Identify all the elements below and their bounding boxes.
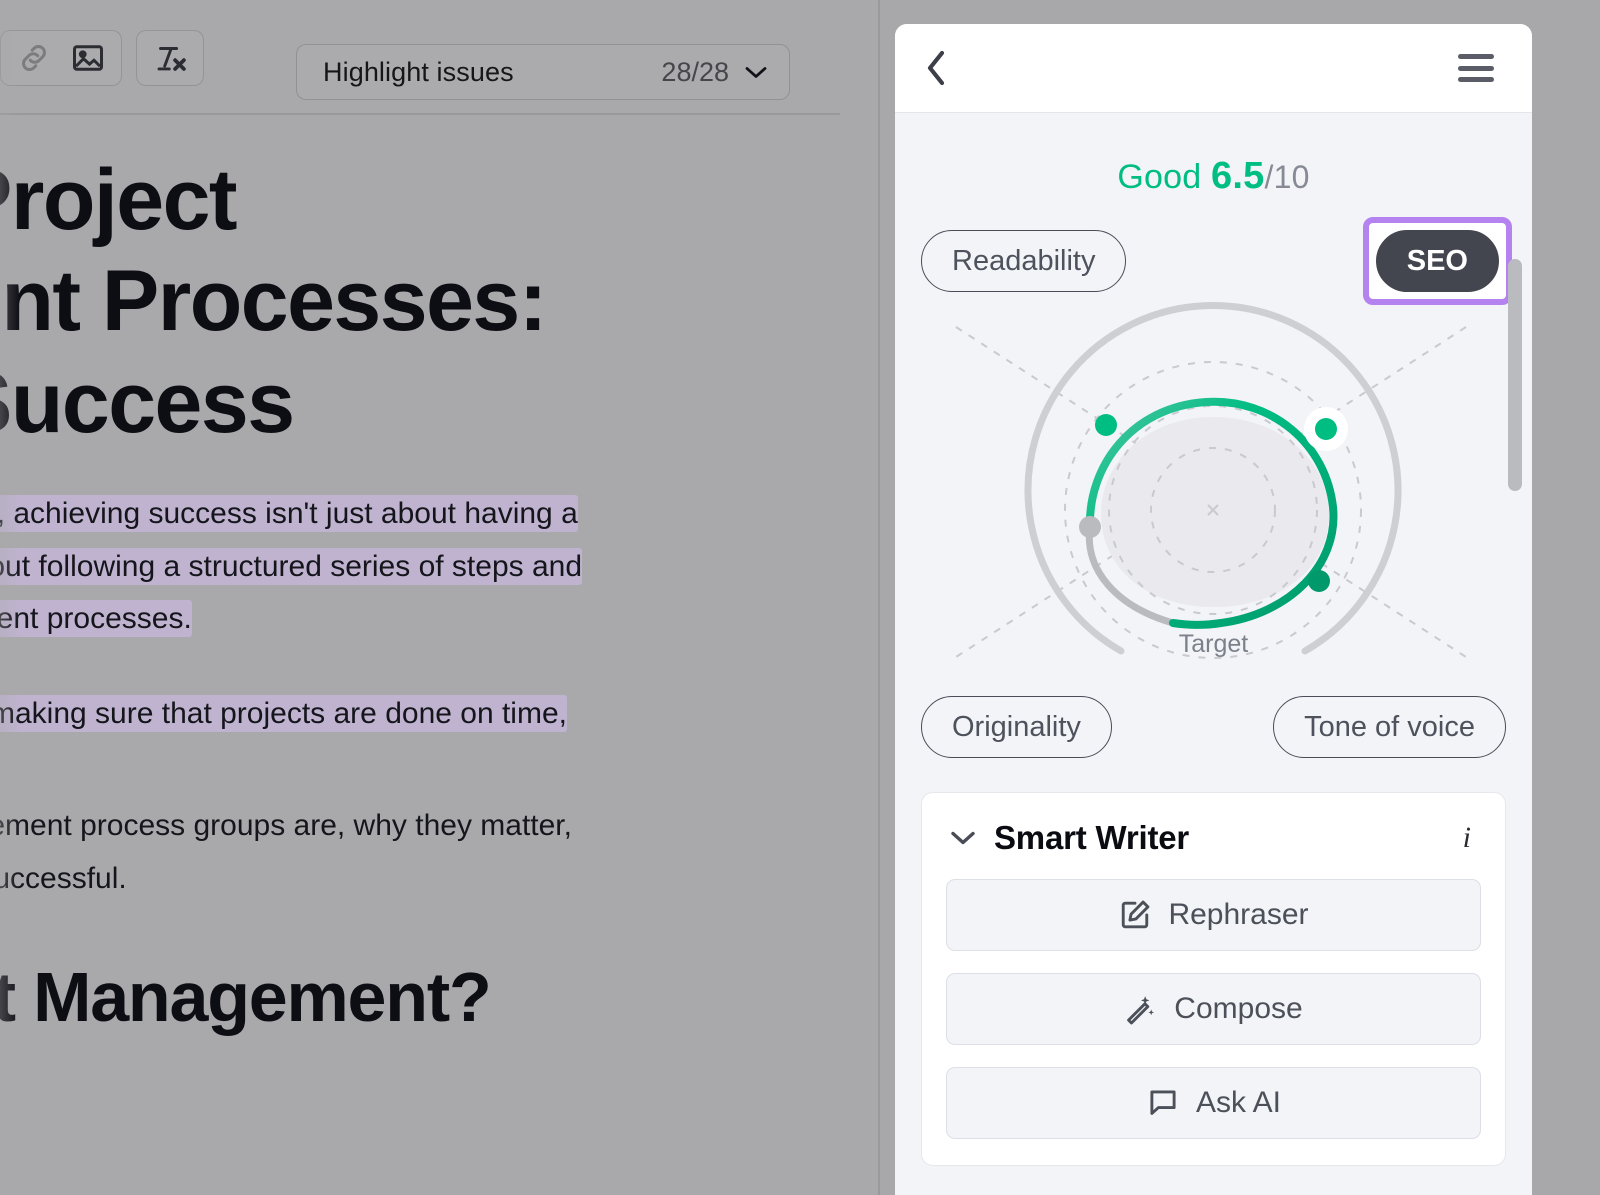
compose-button[interactable]: Compose xyxy=(946,973,1481,1045)
seo-assistant-panel: Good 6.5/10 Readability SEO Target Origi… xyxy=(895,24,1532,1195)
radar-point-tone-of-voice xyxy=(1308,570,1330,592)
smart-writer-header[interactable]: Smart Writer i xyxy=(946,819,1481,857)
rephraser-button[interactable]: Rephraser xyxy=(946,879,1481,951)
highlight-issues-count: 28/28 xyxy=(661,56,729,87)
document-content[interactable]: Project ent Processes: Success ent, achi… xyxy=(0,150,880,1037)
editor-right-border xyxy=(878,0,880,1195)
title-line-2: ent Processes: xyxy=(0,253,547,350)
paragraph-3-line-2: s successful. xyxy=(0,861,127,895)
smart-writer-title: Smart Writer xyxy=(994,819,1190,856)
document-sheet: Highlight issues 28/28 Project ent Proce… xyxy=(0,0,860,1195)
radar-point-seo xyxy=(1315,418,1337,440)
editor-toolbar xyxy=(0,30,204,86)
ask-ai-label: Ask AI xyxy=(1195,1086,1282,1119)
score-label: Good xyxy=(1117,158,1202,196)
pencil-square-icon xyxy=(1118,898,1152,932)
image-icon[interactable] xyxy=(61,34,115,82)
chevron-down-icon xyxy=(745,66,767,79)
magic-wand-icon xyxy=(1124,992,1158,1026)
document-paragraph-3: agement process groups are, why they mat… xyxy=(0,800,815,905)
title-line-1: Project xyxy=(0,152,238,248)
highlighted-text: or making sure that projects are done on… xyxy=(0,694,567,732)
chevron-down-icon[interactable] xyxy=(950,830,976,846)
compose-label: Compose xyxy=(1174,992,1303,1025)
panel-scrollbar-thumb[interactable] xyxy=(1508,259,1522,491)
radar-point-originality xyxy=(1079,516,1101,538)
document-paragraph-1: ent, achieving success isn't just about … xyxy=(0,488,815,646)
panel-scrollbar[interactable] xyxy=(1508,259,1522,1195)
panel-header xyxy=(895,24,1532,113)
rephraser-label: Rephraser xyxy=(1168,898,1309,931)
link-icon[interactable] xyxy=(7,34,61,82)
score-value: 6.5 xyxy=(1211,155,1265,197)
title-line-3: Success xyxy=(0,354,295,451)
toolbar-divider xyxy=(0,113,840,115)
document-editor-pane: Highlight issues 28/28 Project ent Proce… xyxy=(0,0,880,1195)
metric-pill-label: SEO xyxy=(1406,244,1468,277)
score-denominator: /10 xyxy=(1264,159,1310,195)
highlighted-text: about following a structured series of s… xyxy=(0,547,583,585)
hamburger-menu-icon[interactable] xyxy=(1458,54,1494,82)
paragraph-3-line-1: agement process groups are, why they mat… xyxy=(0,809,572,843)
ask-ai-button[interactable]: Ask AI xyxy=(946,1067,1481,1139)
metric-pill-row-bottom: Originality Tone of voice xyxy=(921,696,1506,758)
app-root: Highlight issues 28/28 Project ent Proce… xyxy=(0,0,1600,1195)
document-title: Project ent Processes: Success xyxy=(0,150,785,454)
metric-pill-originality[interactable]: Originality xyxy=(921,696,1112,758)
chat-bubble-icon xyxy=(1146,1086,1180,1120)
metric-pill-label: Readability xyxy=(952,244,1096,277)
highlight-issues-label: Highlight issues xyxy=(323,56,514,87)
highlighted-text: ement processes. xyxy=(0,600,192,638)
info-icon[interactable]: i xyxy=(1463,821,1477,855)
content-score: Good 6.5/10 xyxy=(921,155,1506,198)
radar-chart-svg xyxy=(955,301,1467,659)
radar-chart: Target xyxy=(921,282,1506,702)
document-paragraph-2: or making sure that projects are done on… xyxy=(0,688,815,741)
smart-writer-card: Smart Writer i Rephraser Compose Ask AI xyxy=(921,792,1506,1166)
document-heading-2: ct Management? xyxy=(0,958,492,1037)
chevron-left-icon[interactable] xyxy=(925,46,965,90)
radar-target-label: Target xyxy=(1178,630,1249,658)
toolbar-insert-group xyxy=(0,30,122,86)
metric-pill-label: Originality xyxy=(952,710,1081,743)
metric-pill-tone-of-voice[interactable]: Tone of voice xyxy=(1273,696,1506,758)
radar-point-readability xyxy=(1095,414,1117,436)
toolbar-format-group xyxy=(136,30,204,86)
panel-body: Good 6.5/10 Readability SEO Target Origi… xyxy=(895,155,1532,1195)
highlighted-text: ent, achieving success isn't just about … xyxy=(0,495,578,533)
clear-formatting-icon[interactable] xyxy=(143,34,197,82)
highlight-issues-dropdown[interactable]: Highlight issues 28/28 xyxy=(296,44,790,100)
metric-pill-label: Tone of voice xyxy=(1304,710,1475,743)
